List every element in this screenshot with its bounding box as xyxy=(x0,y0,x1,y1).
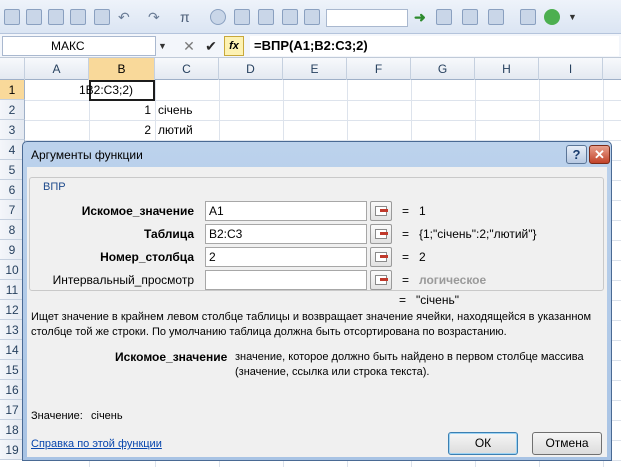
arg-result-table: {1;"січень":2;"лютий"} xyxy=(419,227,537,241)
equals-sign: = xyxy=(402,250,410,264)
name-box[interactable]: МАКС xyxy=(2,36,156,56)
dialog-title: Аргументы функции xyxy=(31,148,143,162)
arg-result-col-index: 2 xyxy=(419,250,426,264)
quick-access-toolbar: ↶ ↷ π ➜ ▼ xyxy=(0,0,621,34)
cell-c2[interactable]: січень xyxy=(158,100,192,120)
arg-label-lookup-value: Искомое_значение xyxy=(81,204,194,218)
insert-function-button[interactable]: fx xyxy=(224,36,244,56)
current-argument-description: значение, которое должно быть найдено в … xyxy=(235,351,584,378)
toolbar-icon[interactable] xyxy=(462,9,478,25)
green-circle-icon[interactable] xyxy=(544,9,560,25)
collapse-dialog-button[interactable] xyxy=(370,224,392,244)
equals-sign: = xyxy=(402,273,410,287)
col-index-input[interactable]: 2 xyxy=(205,247,367,267)
row-header[interactable]: 1 xyxy=(0,80,25,100)
column-header[interactable]: D xyxy=(219,58,283,80)
column-headers: A B C D E F G H I xyxy=(0,58,621,80)
cell-c3[interactable]: лютий xyxy=(158,120,193,140)
arrow-icon xyxy=(380,209,388,212)
function-arguments-dialog: Аргументы функции ? ✕ ВПР Искомое_значен… xyxy=(22,141,612,461)
close-button[interactable]: ✕ xyxy=(589,145,610,164)
equals-sign: = xyxy=(402,227,410,241)
function-description: Ищет значение в крайнем левом столбце та… xyxy=(31,311,592,338)
cell-b2[interactable]: 1 xyxy=(89,100,151,120)
collapse-dialog-button[interactable] xyxy=(370,270,392,290)
formula-bar: МАКС ▼ ✕ ✔ fx =ВПР(A1;B2:C3;2) xyxy=(0,34,621,58)
column-header[interactable]: E xyxy=(283,58,347,80)
column-header[interactable]: I xyxy=(539,58,603,80)
arg-label-col-index: Номер_столбца xyxy=(100,250,194,264)
column-header[interactable]: C xyxy=(155,58,219,80)
toolbar-combo[interactable] xyxy=(326,9,408,27)
arrow-icon xyxy=(380,255,388,258)
current-argument-name: Искомое_значение xyxy=(115,350,228,364)
toolbar-icon[interactable] xyxy=(210,9,226,25)
cell-b3[interactable]: 2 xyxy=(89,120,151,140)
enter-formula-icon[interactable]: ✔ xyxy=(202,37,220,55)
arrow-icon xyxy=(380,278,388,281)
toolbar-icon[interactable] xyxy=(94,9,110,25)
toolbar-icon[interactable] xyxy=(520,9,536,25)
collapse-dialog-button[interactable] xyxy=(370,247,392,267)
arguments-group: ВПР Искомое_значение A1 = 1 Таблица B2:C… xyxy=(29,177,604,291)
toolbar-icon[interactable] xyxy=(234,9,250,25)
toolbar-dropdown-icon[interactable]: ▼ xyxy=(568,9,584,25)
arrow-icon xyxy=(380,232,388,235)
column-header[interactable]: H xyxy=(475,58,539,80)
formula-result: "січень" xyxy=(416,293,459,307)
collapse-dialog-button[interactable] xyxy=(370,201,392,221)
column-header[interactable]: F xyxy=(347,58,411,80)
toolbar-icon[interactable] xyxy=(304,9,320,25)
equals-sign: = xyxy=(402,204,410,218)
range-lookup-input[interactable] xyxy=(205,270,367,290)
arg-result-range-lookup: логическое xyxy=(419,273,487,287)
dialog-body: ВПР Искомое_значение A1 = 1 Таблица B2:C… xyxy=(27,167,607,457)
pi-icon[interactable]: π xyxy=(180,9,196,25)
column-header[interactable]: G xyxy=(411,58,475,80)
toolbar-icon[interactable] xyxy=(26,9,42,25)
toolbar-icon[interactable] xyxy=(48,9,64,25)
toolbar-icon[interactable] xyxy=(488,9,504,25)
function-help-link[interactable]: Справка по этой функции xyxy=(31,438,162,450)
column-header[interactable]: B xyxy=(89,58,155,80)
redo-icon[interactable]: ↷ xyxy=(148,9,164,25)
function-name-label: ВПР xyxy=(40,181,69,193)
toolbar-icon[interactable] xyxy=(258,9,274,25)
equals-sign: = xyxy=(399,293,407,307)
undo-icon[interactable]: ↶ xyxy=(118,9,134,25)
cancel-button[interactable]: Отмена xyxy=(532,432,602,455)
row-header[interactable]: 3 xyxy=(0,120,25,140)
cancel-formula-icon[interactable]: ✕ xyxy=(180,37,198,55)
table-array-input[interactable]: B2:C3 xyxy=(205,224,367,244)
lookup-value-input[interactable]: A1 xyxy=(205,201,367,221)
toolbar-icon[interactable] xyxy=(282,9,298,25)
select-all-corner[interactable] xyxy=(0,58,25,80)
help-button[interactable]: ? xyxy=(566,145,587,164)
formula-input[interactable]: =ВПР(A1;B2:C3;2) xyxy=(250,36,619,56)
cell-b1-edit-text: 1B2:C3;2) xyxy=(79,83,134,97)
toolbar-icon[interactable] xyxy=(70,9,86,25)
toolbar-icon[interactable] xyxy=(436,9,452,25)
arg-result-lookup-value: 1 xyxy=(419,204,426,218)
arg-label-range-lookup: Интервальный_просмотр xyxy=(52,273,194,287)
value-label: Значение: xyxy=(31,410,83,422)
ok-button[interactable]: ОК xyxy=(448,432,518,455)
arg-label-table: Таблица xyxy=(143,227,194,241)
toolbar-icon[interactable] xyxy=(4,9,20,25)
arrow-right-icon[interactable]: ➜ xyxy=(414,9,430,25)
value-result: січень xyxy=(91,410,123,422)
row-header[interactable]: 2 xyxy=(0,100,25,120)
chevron-down-icon[interactable]: ▼ xyxy=(158,41,167,51)
column-header[interactable]: A xyxy=(25,58,89,80)
